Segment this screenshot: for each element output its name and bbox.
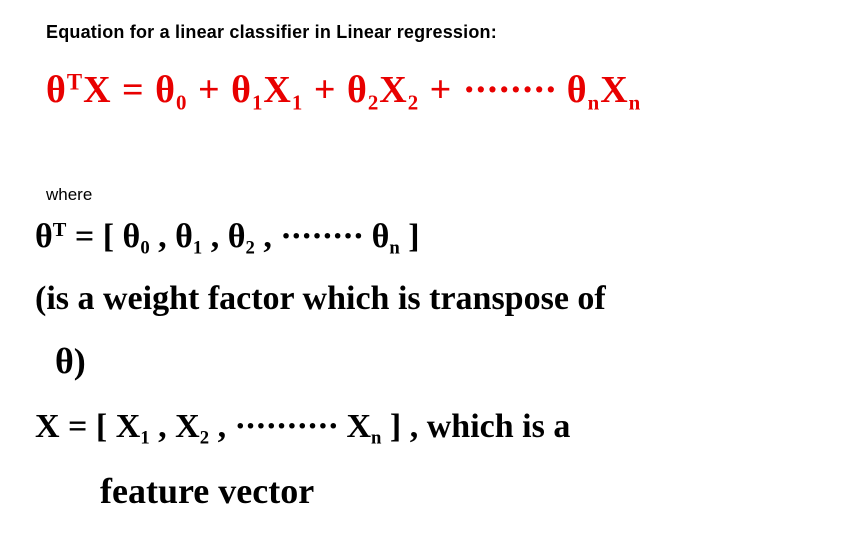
x-vector-definition-line1: X = [ X1 , X2 , ·········· Xn ] , which … [35,408,570,450]
theta-transpose-definition: θT = [ θ0 , θ1 , θ2 , ········ θn ] [35,218,420,260]
weight-factor-note-line2: θ) [55,340,86,382]
document-page: Equation for a linear classifier in Line… [0,0,861,547]
where-label: where [46,185,92,205]
x-vector-definition-line2: feature vector [100,470,314,512]
weight-factor-note-line1: (is a weight factor which is transpose o… [35,280,606,318]
main-equation: θTX = θ0 + θ1X1 + θ2X2 + ········ θnXn [46,68,641,115]
page-title: Equation for a linear classifier in Line… [46,22,497,43]
